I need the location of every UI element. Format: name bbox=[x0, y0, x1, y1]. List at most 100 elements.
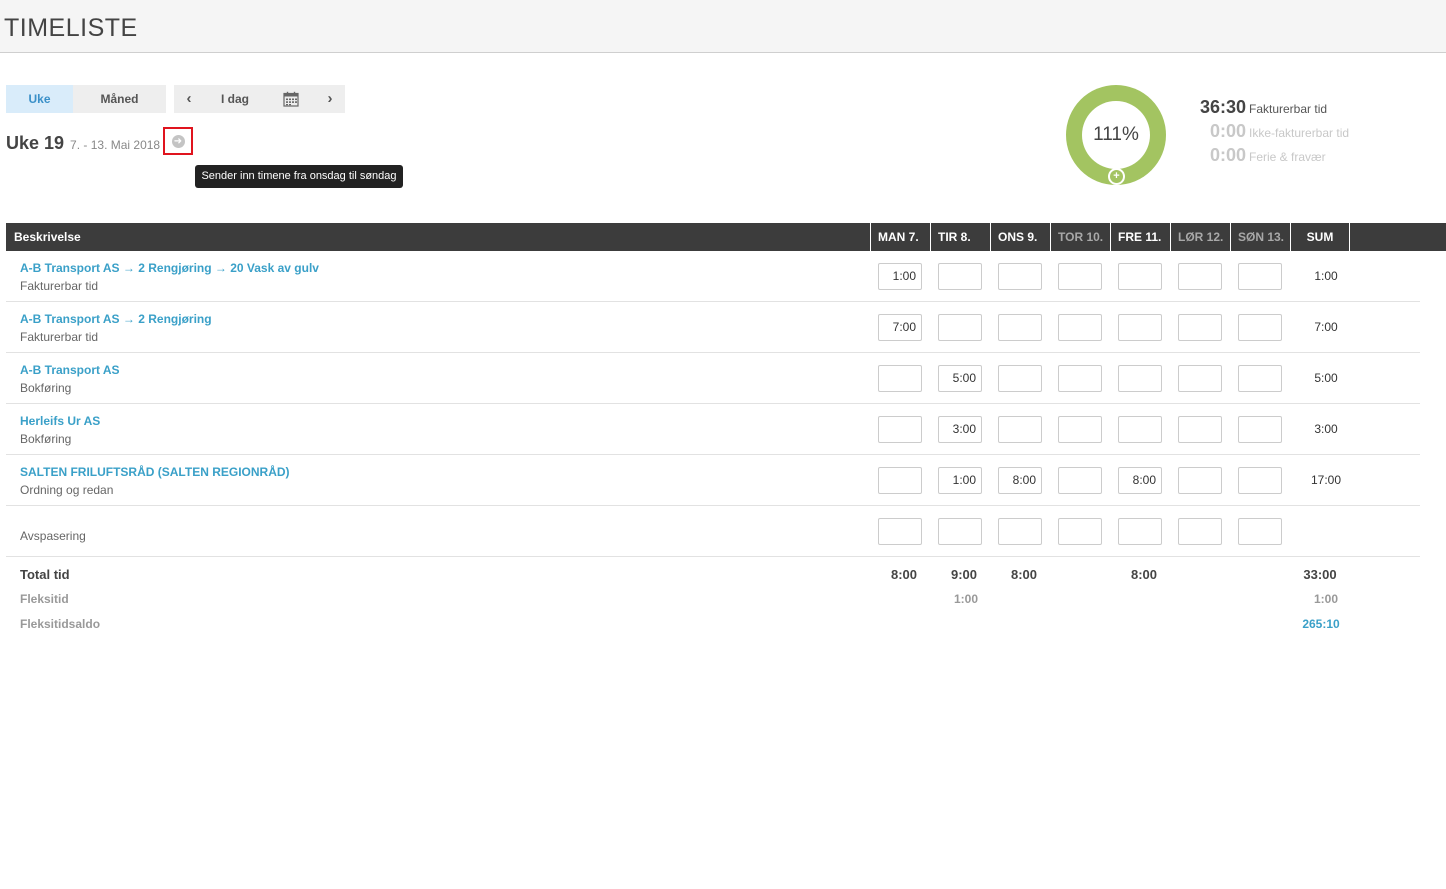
submit-hours-button[interactable]: ➜ bbox=[163, 127, 193, 155]
row-sum: 5:00 bbox=[1314, 371, 1338, 385]
row-title-link[interactable]: A-B Transport AS → 2 Rengjøring bbox=[20, 312, 212, 326]
row-sum: 1:00 bbox=[1314, 269, 1338, 283]
column-day: TIR 8. bbox=[930, 223, 990, 251]
hours-input[interactable] bbox=[1178, 365, 1222, 392]
hours-input[interactable] bbox=[878, 518, 922, 545]
week-label: Uke 19 bbox=[6, 133, 65, 153]
totals-section: Total tid Fleksitid Fleksitidsaldo 8:00 … bbox=[6, 557, 1420, 647]
column-day: LØR 12. bbox=[1170, 223, 1230, 251]
row-subtitle: Avspasering bbox=[20, 529, 86, 543]
hours-input[interactable] bbox=[1058, 314, 1102, 341]
next-week-button[interactable]: › bbox=[315, 85, 345, 113]
arrow-right-circle-icon: ➜ bbox=[171, 134, 185, 148]
plus-icon[interactable]: + bbox=[1108, 168, 1125, 185]
total-day-value: 8:00 bbox=[1130, 567, 1158, 582]
row-sum: 3:00 bbox=[1314, 422, 1338, 436]
flex-sum-value: 1:00 bbox=[1313, 592, 1339, 606]
calendar-picker-button[interactable] bbox=[266, 91, 315, 107]
hours-input[interactable]: 3:00 bbox=[938, 416, 982, 443]
column-day: FRE 11. bbox=[1110, 223, 1170, 251]
billable-stat: 36:30 Fakturerbar tid bbox=[1196, 97, 1349, 121]
row-subtitle: Bokføring bbox=[20, 381, 72, 395]
hours-input[interactable] bbox=[1238, 467, 1282, 494]
hours-input[interactable] bbox=[1058, 365, 1102, 392]
hours-input[interactable] bbox=[938, 314, 982, 341]
hours-input[interactable]: 8:00 bbox=[1118, 467, 1162, 494]
hours-input[interactable] bbox=[1178, 263, 1222, 290]
total-day-value: 8:00 bbox=[1010, 567, 1038, 582]
row-subtitle: Bokføring bbox=[20, 432, 72, 446]
timesheet-row: SALTEN FRILUFTSRÅD (SALTEN REGIONRÅD) Ord… bbox=[6, 455, 1420, 506]
column-day: TOR 10. bbox=[1050, 223, 1110, 251]
flex-time-label: Fleksitid bbox=[20, 592, 69, 606]
nonbillable-value: 0:00 bbox=[1209, 121, 1246, 141]
hours-input[interactable] bbox=[1058, 467, 1102, 494]
previous-week-button[interactable]: ‹ bbox=[174, 85, 204, 113]
column-sum: SUM bbox=[1290, 223, 1350, 251]
time-summary: 36:30 Fakturerbar tid 0:00 Ikke-fakturer… bbox=[1196, 97, 1349, 169]
row-title-link[interactable]: SALTEN FRILUFTSRÅD (SALTEN REGIONRÅD) bbox=[20, 465, 290, 479]
hours-input[interactable] bbox=[1178, 467, 1222, 494]
hours-input[interactable] bbox=[938, 263, 982, 290]
hours-input[interactable] bbox=[1178, 314, 1222, 341]
hours-input[interactable] bbox=[998, 365, 1042, 392]
timesheet-row: A-B Transport AS → 2 Rengjøring → 20 Vas… bbox=[6, 251, 1420, 302]
month-view-button[interactable]: Måned bbox=[73, 85, 166, 113]
hours-input[interactable] bbox=[1118, 314, 1162, 341]
timesheet-header: Beskrivelse MAN 7. TIR 8. ONS 9. TOR 10.… bbox=[6, 223, 1446, 251]
hours-input[interactable] bbox=[1238, 518, 1282, 545]
row-sum: 7:00 bbox=[1314, 320, 1338, 334]
row-title-link[interactable]: A-B Transport AS bbox=[20, 363, 120, 377]
hours-input[interactable] bbox=[1118, 365, 1162, 392]
hours-input[interactable]: 8:00 bbox=[998, 467, 1042, 494]
hours-input[interactable] bbox=[998, 263, 1042, 290]
row-subtitle: Fakturerbar tid bbox=[20, 330, 99, 344]
leave-value: 0:00 bbox=[1209, 145, 1246, 165]
hours-input[interactable] bbox=[998, 416, 1042, 443]
flex-balance-value[interactable]: 265:10 bbox=[1291, 617, 1351, 631]
hours-input[interactable] bbox=[1178, 518, 1222, 545]
hours-input[interactable]: 1:00 bbox=[878, 263, 922, 290]
hours-input[interactable] bbox=[998, 518, 1042, 545]
hours-input[interactable] bbox=[878, 365, 922, 392]
hours-input[interactable]: 1:00 bbox=[938, 467, 982, 494]
leave-label: Ferie & fravær bbox=[1249, 150, 1326, 164]
nonbillable-stat: 0:00 Ikke-fakturerbar tid bbox=[1196, 121, 1349, 145]
flex-day-value: 1:00 bbox=[953, 592, 979, 606]
timesheet-row: A-B Transport AS Bokføring 5:00 5:00 bbox=[6, 353, 1420, 404]
hours-input[interactable] bbox=[1238, 416, 1282, 443]
row-title-link[interactable]: Herleifs Ur AS bbox=[20, 414, 100, 428]
row-subtitle: Fakturerbar tid bbox=[20, 279, 99, 293]
hours-input[interactable] bbox=[1238, 365, 1282, 392]
hours-input[interactable] bbox=[1058, 263, 1102, 290]
hours-input[interactable] bbox=[1058, 416, 1102, 443]
hours-input[interactable]: 7:00 bbox=[878, 314, 922, 341]
today-button[interactable]: I dag bbox=[204, 85, 266, 113]
row-sum: 17:00 bbox=[1310, 473, 1342, 487]
hours-input[interactable] bbox=[1118, 416, 1162, 443]
hours-input[interactable] bbox=[1118, 263, 1162, 290]
hours-input[interactable] bbox=[1178, 416, 1222, 443]
column-day: SØN 13. bbox=[1230, 223, 1290, 251]
column-day: MAN 7. bbox=[870, 223, 930, 251]
hours-input[interactable] bbox=[878, 416, 922, 443]
hours-input[interactable] bbox=[1238, 314, 1282, 341]
hours-input[interactable]: 5:00 bbox=[938, 365, 982, 392]
column-description: Beskrivelse bbox=[14, 230, 81, 244]
total-time-label: Total tid bbox=[20, 567, 70, 582]
hours-input[interactable] bbox=[1058, 518, 1102, 545]
hours-input[interactable] bbox=[1238, 263, 1282, 290]
page-title: TIMELISTE bbox=[4, 14, 138, 42]
hours-input[interactable] bbox=[998, 314, 1042, 341]
hours-input[interactable] bbox=[1118, 518, 1162, 545]
row-title-link[interactable]: A-B Transport AS → 2 Rengjøring → 20 Vas… bbox=[20, 261, 319, 275]
view-toggle: Uke Måned bbox=[6, 85, 166, 113]
donut-percent: 111% bbox=[1082, 101, 1150, 169]
billable-value: 36:30 bbox=[1199, 97, 1246, 117]
calendar-icon bbox=[282, 91, 299, 107]
week-view-button[interactable]: Uke bbox=[6, 85, 73, 113]
hours-input[interactable] bbox=[938, 518, 982, 545]
timesheet-row: A-B Transport AS → 2 Rengjøring Fakturerb… bbox=[6, 302, 1420, 353]
column-day: ONS 9. bbox=[990, 223, 1050, 251]
hours-input[interactable] bbox=[878, 467, 922, 494]
